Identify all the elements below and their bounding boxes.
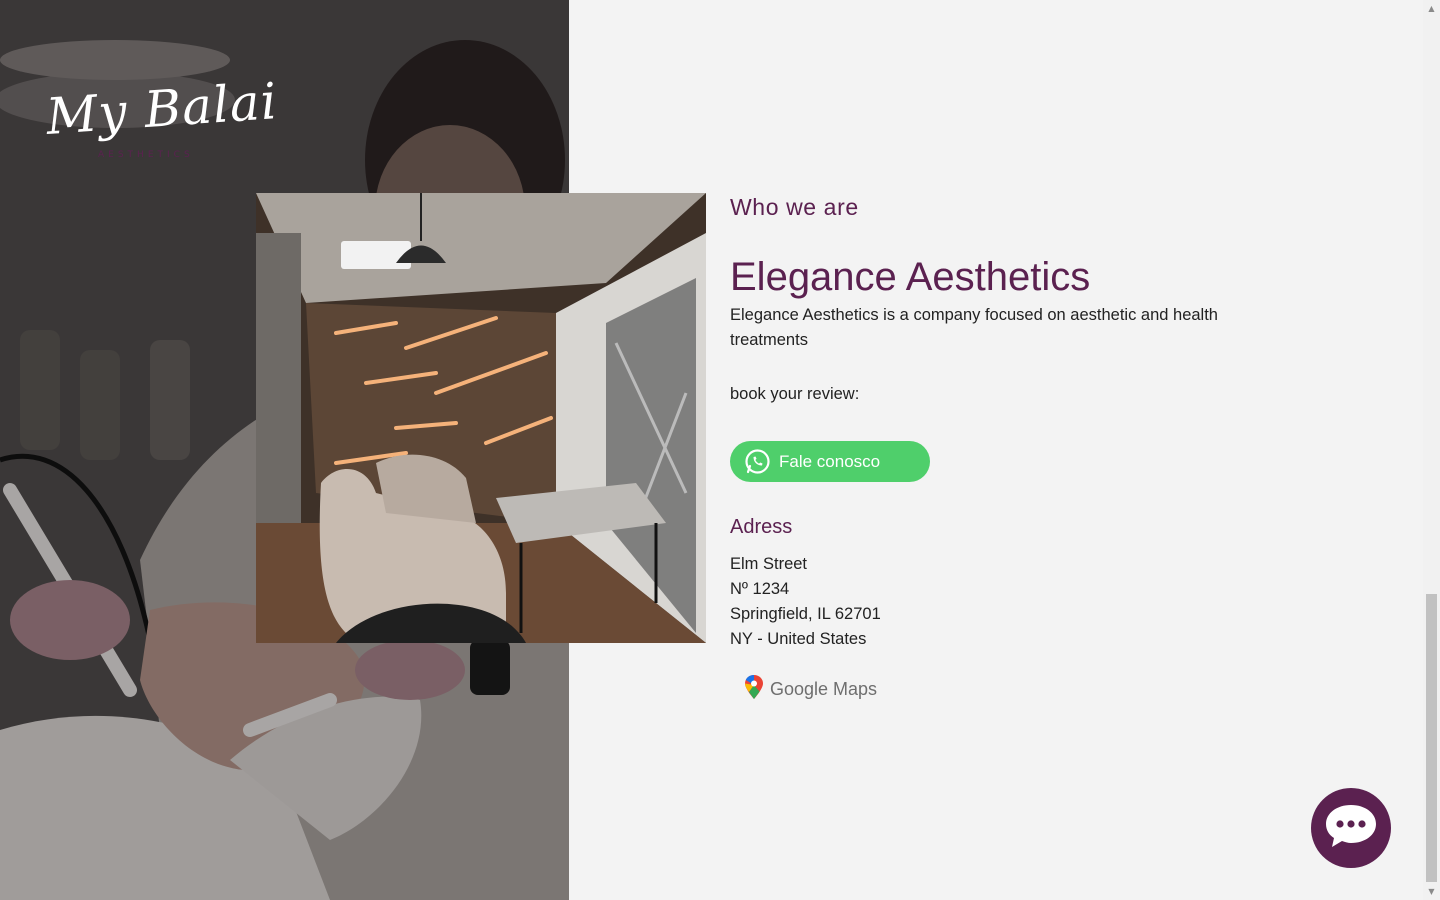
room-illustration [256, 193, 706, 643]
address-line: Nº 1234 [730, 580, 790, 598]
google-maps-link[interactable]: Google Maps [744, 674, 877, 705]
brand-logo-subtitle: AESTHETICS [98, 150, 194, 160]
company-title: Elegance Aesthetics [730, 255, 1091, 299]
scrollbar-thumb[interactable] [1426, 594, 1437, 882]
whatsapp-icon [744, 448, 771, 475]
company-description: Elegance Aesthetics is a company focused… [730, 306, 1218, 349]
scroll-up-icon[interactable]: ▲ [1423, 0, 1440, 17]
map-pin-icon [744, 674, 764, 705]
address-heading: Adress [730, 516, 793, 538]
whatsapp-contact-button[interactable]: Fale conosco [730, 441, 930, 482]
scroll-down-icon[interactable]: ▼ [1423, 883, 1440, 900]
address-lines: Elm Street Nº 1234 Springfield, IL 62701… [730, 552, 881, 652]
clinic-room-image [256, 193, 706, 643]
address-line: Elm Street [730, 555, 808, 573]
chat-bubble-icon [1323, 801, 1379, 855]
whatsapp-button-label: Fale conosco [779, 451, 881, 471]
page-scrollbar[interactable]: ▲ ▼ [1423, 0, 1440, 900]
google-maps-label: Google Maps [770, 679, 878, 699]
address-line: NY - United States [730, 630, 867, 648]
book-review-label: book your review: [730, 385, 860, 403]
address-line: Springfield, IL 62701 [730, 605, 881, 623]
section-eyebrow: Who we are [730, 194, 859, 220]
chat-button[interactable] [1311, 788, 1391, 868]
